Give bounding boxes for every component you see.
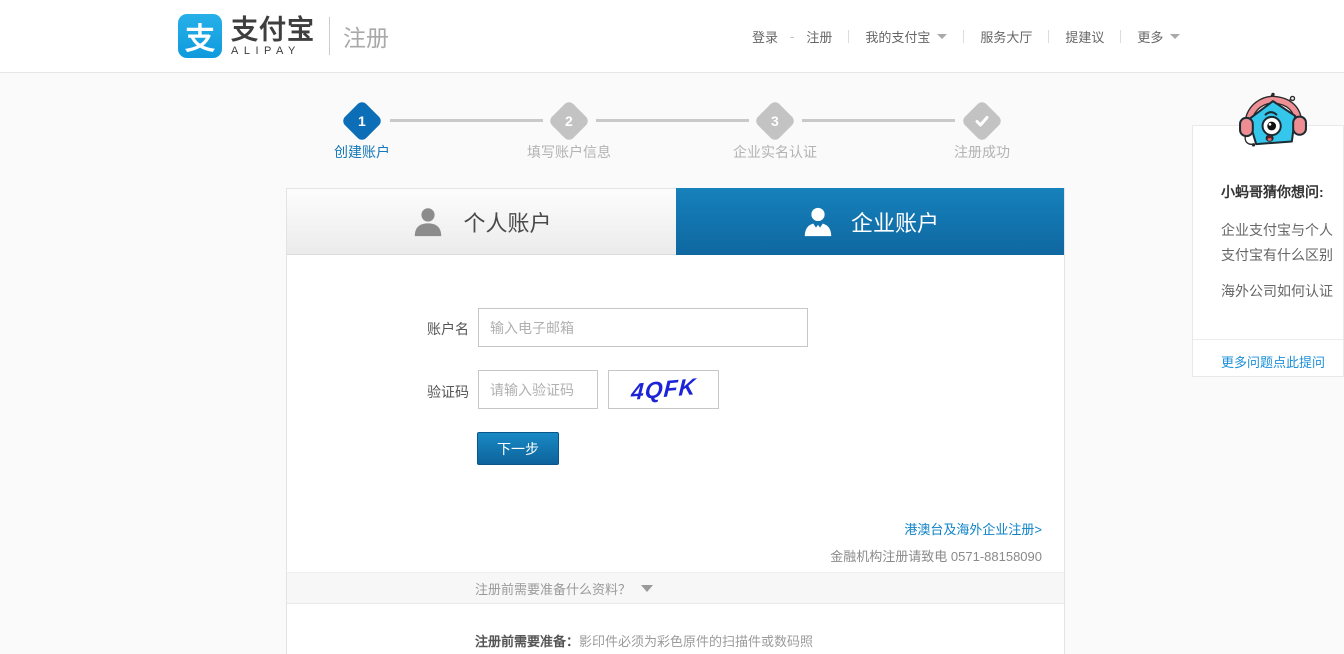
tab-enterprise-label: 企业账户	[850, 210, 939, 236]
brand-name-en: ALIPAY	[231, 44, 301, 57]
alipay-logo[interactable]: 支 支付宝 ALIPAY 注册	[178, 14, 389, 58]
prep-note: 注册前需要准备：影印件必须为彩色原件的扫描件或数码照	[475, 631, 813, 650]
step-1-number: 1	[358, 112, 366, 129]
nav-service-hall-link[interactable]: 服务大厅	[980, 27, 1032, 46]
step-4-indicator	[960, 99, 1004, 143]
account-name-input[interactable]	[478, 308, 808, 347]
step-3-label: 企业实名认证	[733, 144, 817, 160]
step-1-label: 创建账户	[334, 144, 390, 160]
step-2-label: 填写账户信息	[527, 144, 611, 160]
mascot-icon	[1236, 92, 1310, 165]
page-header: 支 支付宝 ALIPAY 注册 登录 - 注册 我的支付宝 服务大厅 提建议 更…	[0, 0, 1344, 73]
helper-question-line1: 企业支付宝与个人	[1221, 222, 1333, 238]
check-icon	[974, 113, 990, 129]
brand-text: 支付宝 ALIPAY	[231, 16, 315, 57]
helper-title: 小蚂哥猜你想问:	[1221, 184, 1324, 200]
step-connector	[802, 119, 955, 122]
helper-question-line2: 支付宝有什么区别	[1221, 247, 1333, 263]
business-person-icon	[801, 205, 835, 239]
tab-enterprise-account[interactable]: 企业账户	[676, 188, 1272, 267]
nav-more-label: 更多	[1137, 30, 1164, 45]
step-connector	[390, 119, 543, 122]
tab-personal-account[interactable]: 个人账户	[287, 188, 676, 255]
nav-suggest-link[interactable]: 提建议	[1065, 27, 1104, 46]
logo-divider	[329, 17, 330, 55]
helper-question-overseas[interactable]: 海外公司如何认证	[1221, 281, 1333, 301]
prep-note-text: 影印件必须为彩色原件的扫描件或数码照	[579, 634, 814, 649]
chevron-down-icon	[1170, 34, 1181, 39]
brand-name-cn: 支付宝	[231, 14, 315, 45]
person-icon	[411, 205, 445, 239]
step-3-number: 3	[771, 112, 779, 129]
chevron-down-icon	[641, 584, 654, 592]
captcha-input[interactable]	[478, 370, 598, 409]
helper-divider	[1193, 339, 1343, 340]
account-type-tabs: 个人账户 企业账户	[287, 188, 1272, 267]
nav-dash-separator: -	[790, 29, 795, 44]
prep-note-title: 注册前需要准备：	[475, 634, 580, 649]
registration-card: 个人账户 企业账户 账户名 验证码 4QFK 下一步 港澳台及海外企业注册> 金…	[286, 188, 1272, 654]
helper-question-difference[interactable]: 企业支付宝与个人 支付宝有什么区别	[1221, 218, 1333, 268]
step-4-label: 注册成功	[954, 144, 1010, 160]
prep-materials-question: 注册前需要准备什么资料？	[475, 581, 632, 597]
nav-my-alipay-label: 我的支付宝	[865, 30, 931, 45]
logo-glyph: 支	[185, 23, 215, 56]
nav-divider	[1048, 30, 1050, 43]
top-nav: 登录 - 注册 我的支付宝 服务大厅 提建议 更多	[752, 27, 1181, 46]
captcha-label: 验证码	[427, 384, 469, 400]
captcha-code-text: 4QFK	[630, 373, 697, 405]
alipay-logo-icon: 支	[178, 14, 222, 58]
step-3-indicator: 3	[753, 99, 797, 143]
overseas-register-link[interactable]: 港澳台及海外企业注册>	[904, 519, 1042, 538]
nav-divider	[848, 30, 850, 43]
step-1-indicator: 1	[340, 99, 384, 143]
nav-my-alipay-menu[interactable]: 我的支付宝	[865, 27, 948, 46]
nav-divider	[963, 30, 965, 43]
account-name-label: 账户名	[427, 321, 469, 337]
nav-register-link[interactable]: 注册	[806, 27, 832, 46]
next-step-button[interactable]: 下一步	[477, 432, 559, 465]
page-title: 注册	[343, 25, 389, 51]
chevron-down-icon	[937, 34, 948, 39]
step-connector	[596, 119, 749, 122]
finance-phone-note: 金融机构注册请致电 0571-88158090	[830, 549, 1042, 564]
tab-personal-label: 个人账户	[463, 210, 552, 236]
nav-login-link[interactable]: 登录	[752, 27, 778, 46]
nav-more-menu[interactable]: 更多	[1137, 27, 1181, 46]
prep-materials-accordion[interactable]: 注册前需要准备什么资料？	[287, 572, 1064, 604]
helper-more-link[interactable]: 更多问题点此提问	[1221, 352, 1325, 371]
step-2-indicator: 2	[547, 99, 591, 143]
nav-divider	[1120, 30, 1122, 43]
step-2-number: 2	[565, 112, 573, 129]
captcha-image[interactable]: 4QFK	[608, 370, 719, 409]
